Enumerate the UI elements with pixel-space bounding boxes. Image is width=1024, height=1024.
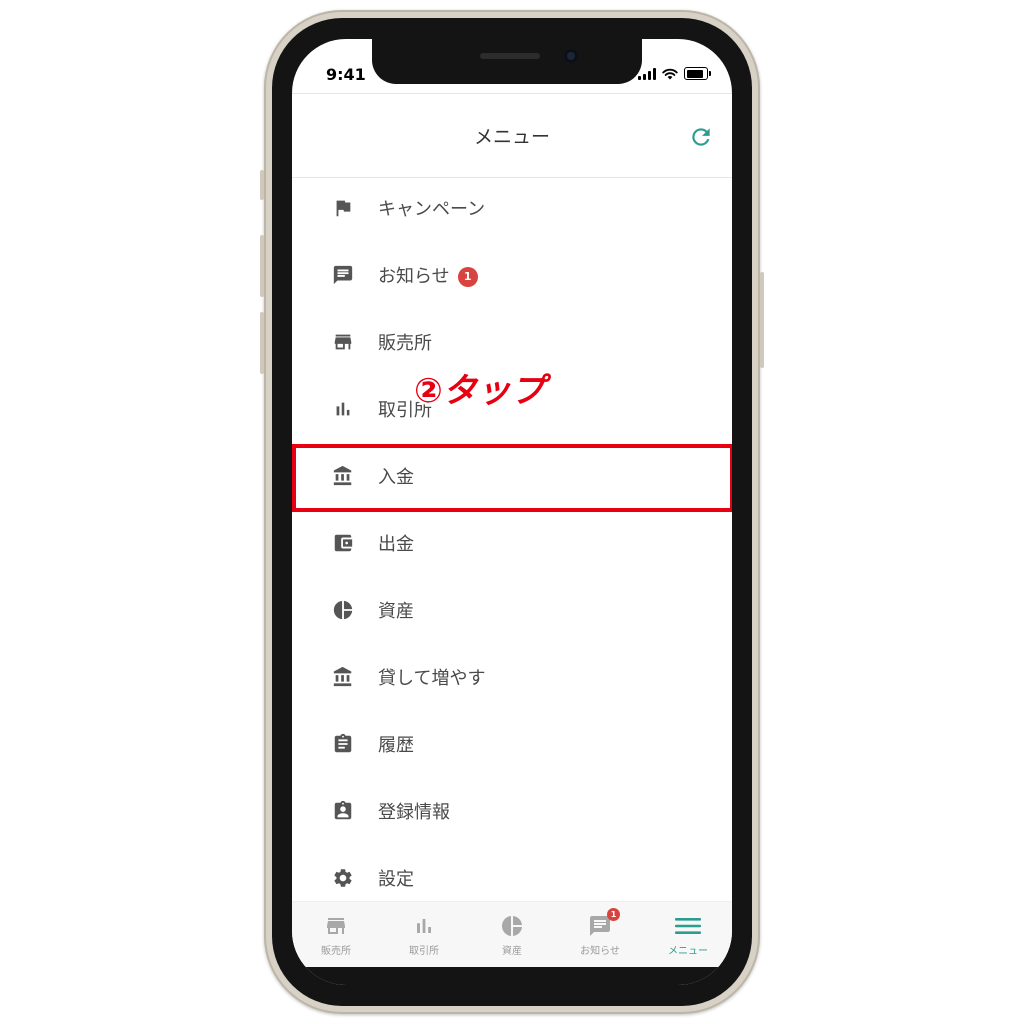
menu-item-label: 販売所 [378,332,432,354]
status-icons [638,67,711,80]
tab-bar: 販売所 取引所 資産 1 お知らせ メニュー [292,901,732,968]
menu-item-label: 入金 [378,466,414,488]
menu-item-label: お知らせ [378,265,450,287]
menu-item-label: 設定 [378,868,414,890]
tab-label: お知らせ [580,946,620,957]
menu-item-label: 資産 [378,600,414,622]
signal-icon [638,67,656,80]
menu-item-profile[interactable]: 登録情報 [292,777,732,844]
bottom-bar [292,967,732,985]
menu-item-label: キャンペーン [378,198,486,220]
menu-item-news[interactable]: お知らせ 1 [292,241,732,308]
notch [372,39,642,84]
tab-label: 資産 [502,946,522,957]
menu-item-campaign[interactable]: キャンペーン [292,174,732,241]
menu-item-assets[interactable]: 資産 [292,576,732,643]
clipboard-icon [334,733,352,752]
bank-icon [333,666,352,686]
tab-label: 取引所 [409,946,439,957]
flag-icon [336,200,351,216]
camera [564,49,578,63]
contact-icon [334,800,352,819]
page-title: メニュー [473,126,550,148]
notification-badge: 1 [457,266,478,287]
volume-up-button [260,235,264,297]
tab-exchange[interactable]: 取引所 [380,902,468,968]
wallet-icon [334,534,353,551]
tap-annotation: ②タップ [414,371,545,411]
tab-menu[interactable]: メニュー [644,902,732,968]
menu-item-history[interactable]: 履歴 [292,710,732,777]
menu-item-withdraw[interactable]: 出金 [292,509,732,576]
hamburger-icon [675,918,701,934]
bar-chart-icon [336,402,350,415]
refresh-icon[interactable] [688,124,714,150]
notification-badge: 1 [607,908,620,921]
menu-item-label: 履歴 [378,734,414,756]
gear-icon [334,868,352,887]
menu-item-deposit[interactable]: 入金 [292,442,732,509]
wifi-icon [662,68,678,79]
message-icon [333,265,353,284]
speaker [480,53,540,59]
menu-item-lending[interactable]: 貸して増やす [292,643,732,710]
menu-item-label: 貸して増やす [378,667,486,689]
tab-label: メニュー [668,946,708,957]
power-button [760,272,764,368]
menu-list: キャンペーン お知らせ 1 販売所 取引所 入金 出金 資産 貸して増やす 履歴… [292,174,732,911]
phone-frame: 9:41 メニュー キャンペーン お知らせ 1 販売所 取引所 入金 出金 資産… [260,10,764,1014]
store-icon [327,918,345,934]
bank-icon [333,465,352,485]
header: メニュー [292,93,732,178]
mute-switch [260,170,264,200]
tab-assets[interactable]: 資産 [468,902,556,968]
menu-item-label: 登録情報 [378,801,450,823]
pie-chart-icon [502,916,522,936]
status-time: 9:41 [326,65,366,84]
menu-item-label: 出金 [378,533,414,555]
tab-news[interactable]: 1 お知らせ [556,902,644,968]
bezel: 9:41 メニュー キャンペーン お知らせ 1 販売所 取引所 入金 出金 資産… [272,18,752,1006]
volume-down-button [260,312,264,374]
store-icon [334,334,352,349]
pie-chart-icon [333,600,353,619]
tab-store[interactable]: 販売所 [292,902,380,968]
bar-chart-icon [417,919,431,933]
screen: 9:41 メニュー キャンペーン お知らせ 1 販売所 取引所 入金 出金 資産… [292,39,732,985]
tab-label: 販売所 [321,946,351,957]
battery-icon [684,67,711,80]
